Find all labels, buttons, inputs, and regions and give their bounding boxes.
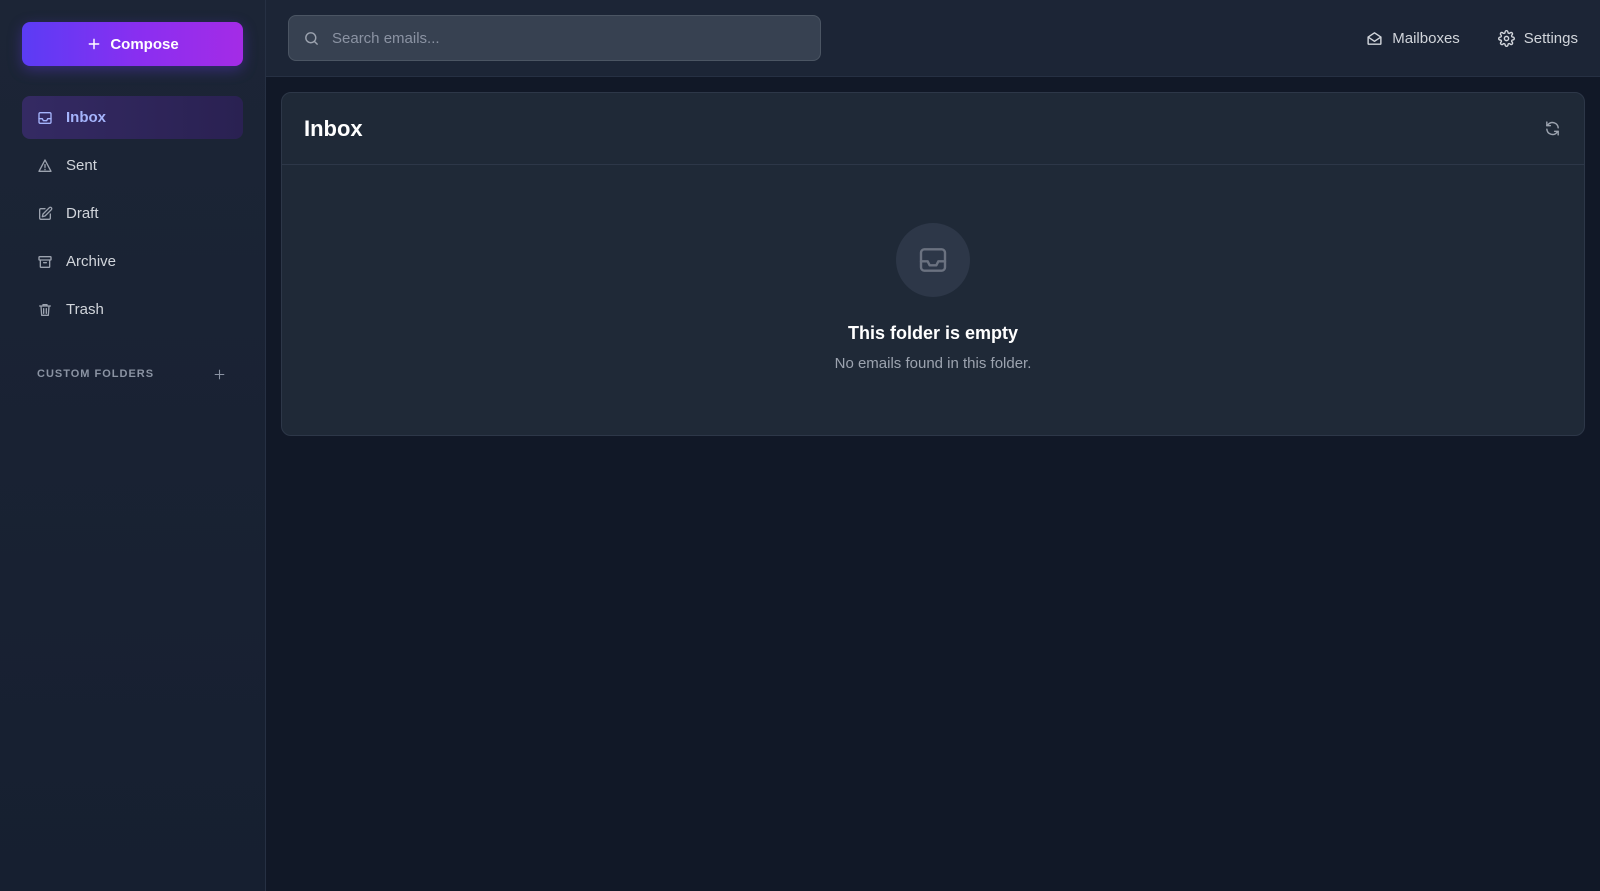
folder-nav: Inbox Sent Draft Archive Trash <box>22 96 243 331</box>
plus-icon <box>214 369 224 379</box>
empty-icon-circle <box>896 223 970 297</box>
refresh-button[interactable] <box>1542 119 1562 139</box>
trash-icon <box>39 303 51 316</box>
mail-open-icon <box>1367 31 1382 45</box>
gear-icon <box>1497 29 1515 47</box>
sidebar-item-label: Inbox <box>66 109 106 126</box>
empty-state: This folder is empty No emails found in … <box>282 165 1584 435</box>
plus-icon <box>88 38 100 50</box>
panel-header: Inbox <box>282 93 1584 165</box>
empty-state-title: This folder is empty <box>847 323 1019 343</box>
settings-link[interactable]: Settings <box>1497 29 1578 47</box>
sidebar-item-sent[interactable]: Sent <box>22 144 243 187</box>
custom-folders-label: CUSTOM FOLDERS <box>37 368 155 380</box>
search-input[interactable] <box>332 29 806 47</box>
sidebar-item-label: Trash <box>66 301 104 318</box>
sidebar-item-label: Draft <box>66 205 99 222</box>
sidebar-item-trash[interactable]: Trash <box>22 288 243 331</box>
top-bar: Mailboxes Settings <box>266 0 1600 77</box>
send-icon <box>38 158 52 172</box>
search-box[interactable] <box>288 15 821 61</box>
refresh-icon <box>1545 121 1559 136</box>
pencil-icon <box>39 206 53 220</box>
sidebar-item-label: Archive <box>66 253 117 270</box>
page-title: Inbox <box>304 115 363 141</box>
mailboxes-label: Mailboxes <box>1392 29 1460 47</box>
inbox-icon <box>38 111 52 124</box>
top-actions: Mailboxes Settings <box>1366 30 1578 47</box>
custom-folders-header: CUSTOM FOLDERS <box>22 365 243 383</box>
mailboxes-link[interactable]: Mailboxes <box>1366 30 1460 47</box>
content-area: Inbox This folder is empty No emails fou… <box>266 77 1600 436</box>
inbox-icon <box>919 248 947 272</box>
search-icon <box>305 31 318 45</box>
sidebar-item-inbox[interactable]: Inbox <box>22 96 243 139</box>
add-folder-button[interactable] <box>210 365 228 383</box>
app-root: Compose Inbox Sent Draft Archive Trash C… <box>0 0 1600 891</box>
main-area: Mailboxes Settings Inbox <box>266 0 1600 891</box>
sidebar-item-label: Sent <box>66 157 97 174</box>
folder-panel: Inbox This folder is empty No emails fou… <box>281 92 1585 436</box>
sidebar-item-draft[interactable]: Draft <box>22 192 243 235</box>
archive-icon <box>38 255 52 268</box>
compose-button[interactable]: Compose <box>22 22 243 66</box>
sidebar: Compose Inbox Sent Draft Archive Trash C… <box>0 0 266 891</box>
settings-label: Settings <box>1523 29 1578 47</box>
empty-state-subtitle: No emails found in this folder. <box>834 355 1032 372</box>
sidebar-item-archive[interactable]: Archive <box>22 240 243 283</box>
compose-label: Compose <box>110 35 179 53</box>
